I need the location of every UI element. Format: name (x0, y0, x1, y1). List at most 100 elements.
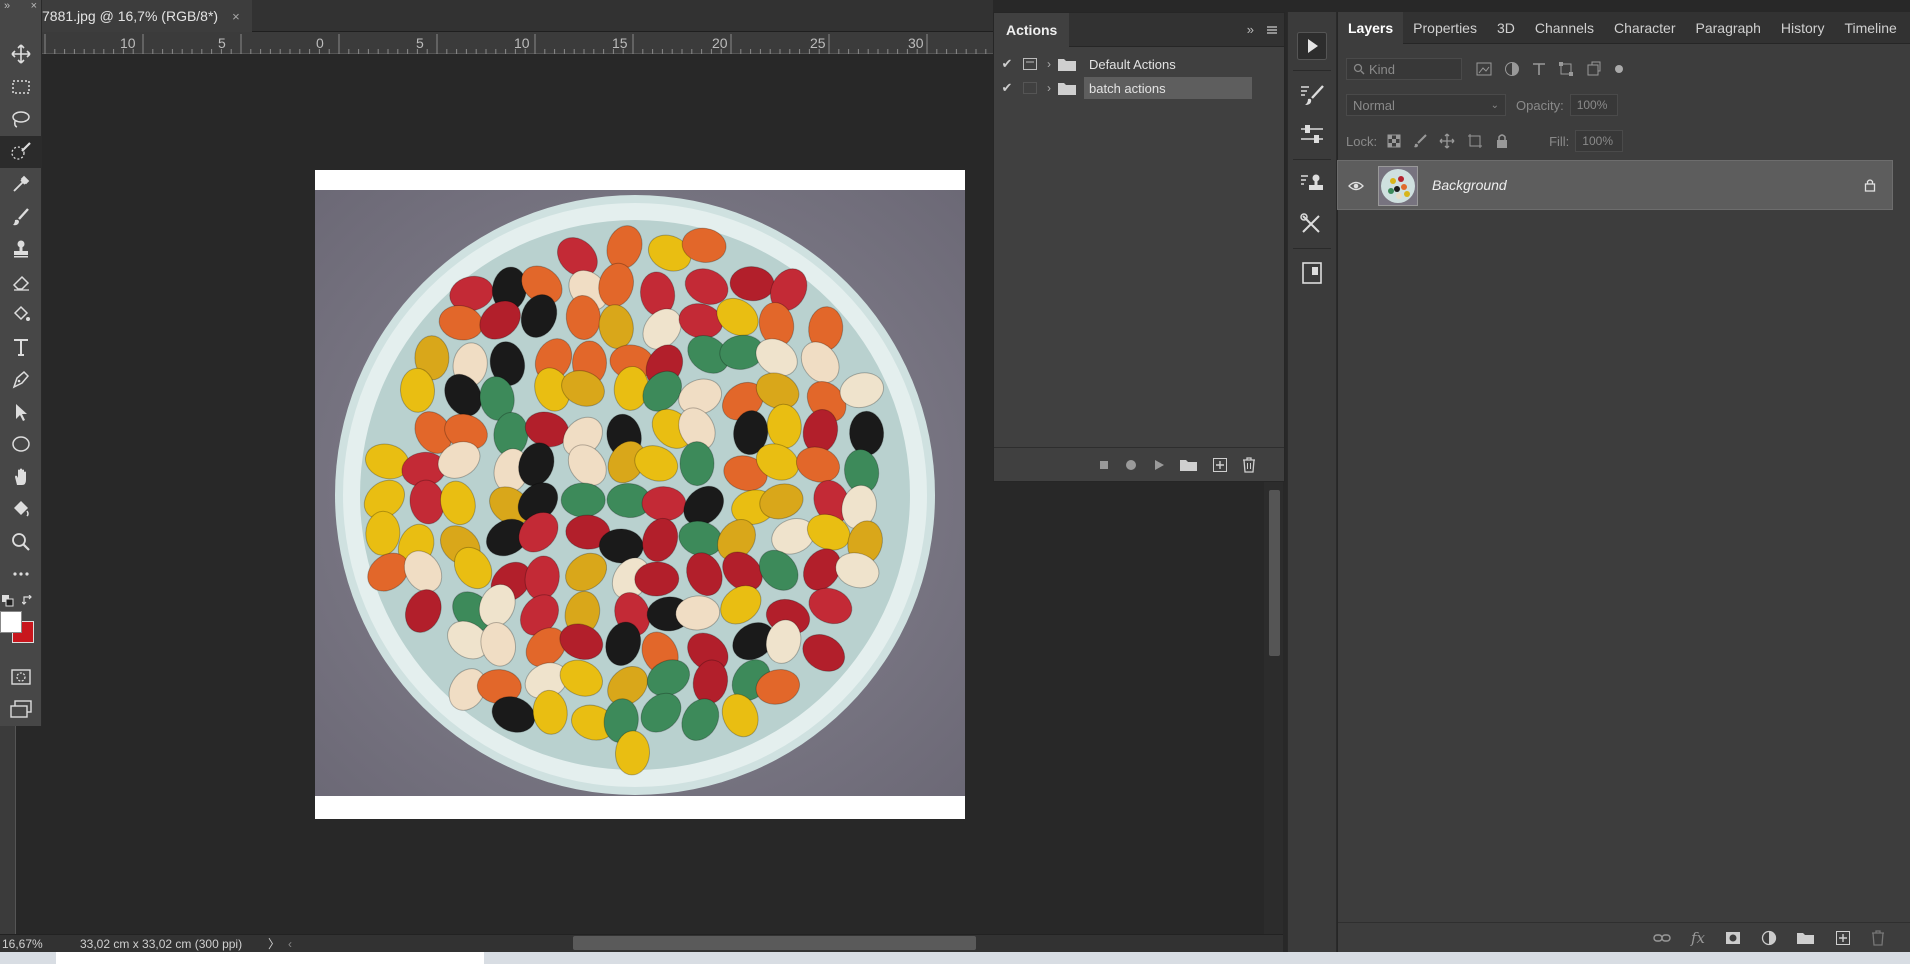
hand-tool[interactable] (0, 461, 42, 494)
adjustments-icon (1301, 125, 1323, 143)
tab-properties[interactable]: Properties (1403, 12, 1487, 44)
lock-icon[interactable] (1864, 178, 1876, 192)
dock-clone-source[interactable] (1288, 164, 1336, 204)
document-info: 33,02 cm x 33,02 cm (300 ppi) (80, 936, 243, 951)
action-set-batch[interactable]: ✔ › batch actions (994, 76, 1284, 100)
action-set-default[interactable]: ✔ › Default Actions (994, 52, 1284, 76)
dock-notes[interactable] (1288, 253, 1336, 293)
layer-row-background[interactable]: Background (1337, 160, 1893, 210)
pen-tool[interactable] (0, 363, 42, 396)
eyedropper-tool[interactable] (0, 168, 42, 201)
ruler-label: 0 (316, 35, 324, 51)
foreground-color-swatch[interactable] (0, 610, 22, 633)
status-menu-arrow[interactable]: 〉 (268, 935, 288, 952)
opacity-input[interactable]: 100% (1569, 94, 1618, 116)
tab-3d[interactable]: 3D (1487, 12, 1525, 44)
panel-expand-icon[interactable]: » (1247, 22, 1254, 37)
layers-panel: Layers Properties 3D Channels Character … (1337, 11, 1910, 952)
toggle-check-icon[interactable]: ✔ (994, 56, 1020, 72)
new-layer-icon[interactable] (1835, 930, 1851, 946)
more-tools[interactable] (0, 558, 42, 591)
tab-history[interactable]: History (1771, 12, 1835, 44)
toggle-check-icon[interactable]: ✔ (994, 80, 1020, 96)
zoom-tool[interactable] (0, 526, 42, 559)
marquee-tool[interactable] (0, 71, 42, 104)
trash-icon[interactable] (1871, 929, 1885, 946)
eye-icon[interactable] (1348, 180, 1364, 192)
adjustment-layer-icon[interactable] (1761, 930, 1777, 946)
lasso-tool[interactable] (0, 103, 42, 136)
eyedropper-icon (13, 175, 30, 192)
blend-opacity-row: Normal ⌄ Opacity: 100% (1338, 94, 1910, 116)
stop-icon[interactable] (1098, 459, 1110, 471)
fill-tool[interactable] (0, 493, 42, 526)
stamp-tool[interactable] (0, 233, 42, 266)
zoom-level[interactable]: 16,67% (0, 937, 58, 951)
screen-mode-button[interactable] (0, 693, 42, 726)
delete-icon[interactable] (1242, 456, 1256, 473)
dock-brush-settings[interactable] (1288, 75, 1336, 115)
filter-kind-select[interactable]: Kind (1346, 58, 1462, 80)
new-set-icon[interactable] (1180, 458, 1198, 472)
vertical-scroll-thumb[interactable] (1269, 490, 1280, 656)
jellybean-photo[interactable] (315, 190, 965, 796)
document-tab[interactable]: 7881.jpg @ 16,7% (RGB/8*) × (34, 0, 252, 32)
tab-character[interactable]: Character (1604, 12, 1685, 44)
tab-channels[interactable]: Channels (1525, 12, 1604, 44)
lock-all-icon[interactable] (1495, 133, 1509, 149)
panel-menu-icon[interactable] (1266, 25, 1278, 35)
ruler-label: 10 (120, 35, 136, 51)
ellipse-icon (12, 436, 30, 452)
tab-paragraph[interactable]: Paragraph (1686, 12, 1771, 44)
filter-smart-object-icon[interactable] (1586, 61, 1602, 77)
filter-pixel-icon[interactable] (1476, 62, 1492, 76)
play-icon[interactable] (1152, 458, 1166, 472)
close-icon[interactable]: × (31, 0, 37, 14)
close-icon[interactable]: × (232, 9, 240, 24)
chevron-right-icon[interactable]: › (1040, 57, 1058, 71)
document-tab-title: 7881.jpg @ 16,7% (RGB/8*) (42, 8, 219, 24)
collapse-icon[interactable]: » (4, 0, 10, 14)
new-action-icon[interactable] (1212, 457, 1228, 473)
path-selection-tool[interactable] (0, 396, 42, 429)
dialog-toggle-icon[interactable] (1020, 55, 1040, 73)
lock-transparent-icon[interactable] (1387, 134, 1401, 148)
move-tool[interactable] (0, 38, 42, 71)
mask-icon[interactable] (1725, 931, 1741, 945)
lock-pixels-icon[interactable] (1413, 134, 1427, 148)
chevron-right-icon[interactable]: › (1040, 81, 1058, 95)
ellipse-tool[interactable] (0, 428, 42, 461)
dialog-toggle-icon[interactable] (1020, 79, 1040, 97)
blend-mode-select[interactable]: Normal ⌄ (1346, 94, 1506, 116)
tab-timeline[interactable]: Timeline (1834, 12, 1906, 44)
dock-play-button[interactable] (1288, 26, 1336, 66)
dock-adjustments[interactable] (1288, 115, 1336, 155)
link-icon[interactable] (1653, 932, 1671, 944)
horizontal-scroll-thumb[interactable] (573, 936, 976, 950)
filter-adjustment-icon[interactable] (1504, 61, 1520, 77)
default-colors-icon[interactable] (2, 594, 14, 607)
type-tool[interactable] (0, 331, 42, 364)
quick-selection-tool[interactable] (0, 135, 42, 168)
eraser-tool[interactable] (0, 266, 42, 299)
tab-layers[interactable]: Layers (1338, 11, 1404, 44)
lock-artboard-icon[interactable] (1467, 133, 1483, 149)
fill-value: 100% (1582, 134, 1613, 148)
dock-tools[interactable] (1288, 204, 1336, 244)
swap-colors-icon[interactable] (22, 594, 34, 607)
filter-toggle-icon[interactable] (1614, 64, 1624, 74)
record-icon[interactable] (1124, 458, 1138, 472)
paint-bucket-tool[interactable] (0, 298, 42, 331)
filter-shape-icon[interactable] (1558, 61, 1574, 77)
filter-type-icon[interactable] (1532, 62, 1546, 76)
scroll-left-icon[interactable]: ‹ (288, 937, 306, 951)
lock-position-icon[interactable] (1439, 133, 1455, 149)
group-icon[interactable] (1797, 931, 1815, 945)
tab-actions[interactable]: Actions (994, 12, 1070, 47)
quick-mask-button[interactable] (0, 661, 42, 694)
hand-icon (15, 468, 26, 485)
fx-icon[interactable]: fx (1691, 929, 1705, 947)
brush-tool[interactable] (0, 201, 42, 234)
fill-input[interactable]: 100% (1575, 130, 1624, 152)
layer-name[interactable]: Background (1432, 177, 1507, 193)
